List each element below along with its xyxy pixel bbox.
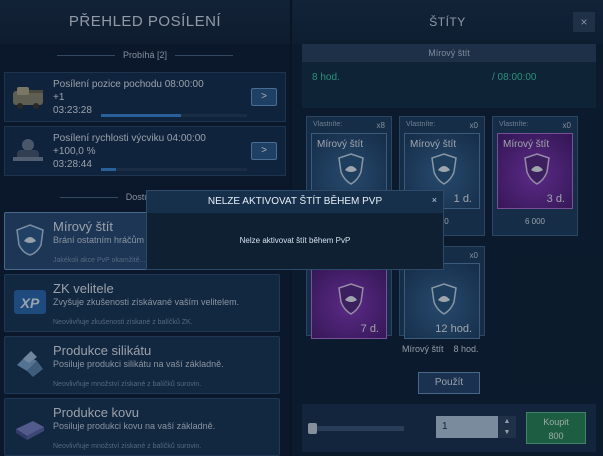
dialog-title: NELZE AKTIVOVAT ŠTÍT BĚHEM PVP: [147, 191, 443, 213]
close-icon[interactable]: ×: [432, 195, 437, 205]
dialog-message: Nelze aktivovat štít během PvP: [239, 236, 351, 245]
pvp-warning-dialog: NELZE AKTIVOVAT ŠTÍT BĚHEM PVP × Nelze a…: [146, 190, 444, 270]
